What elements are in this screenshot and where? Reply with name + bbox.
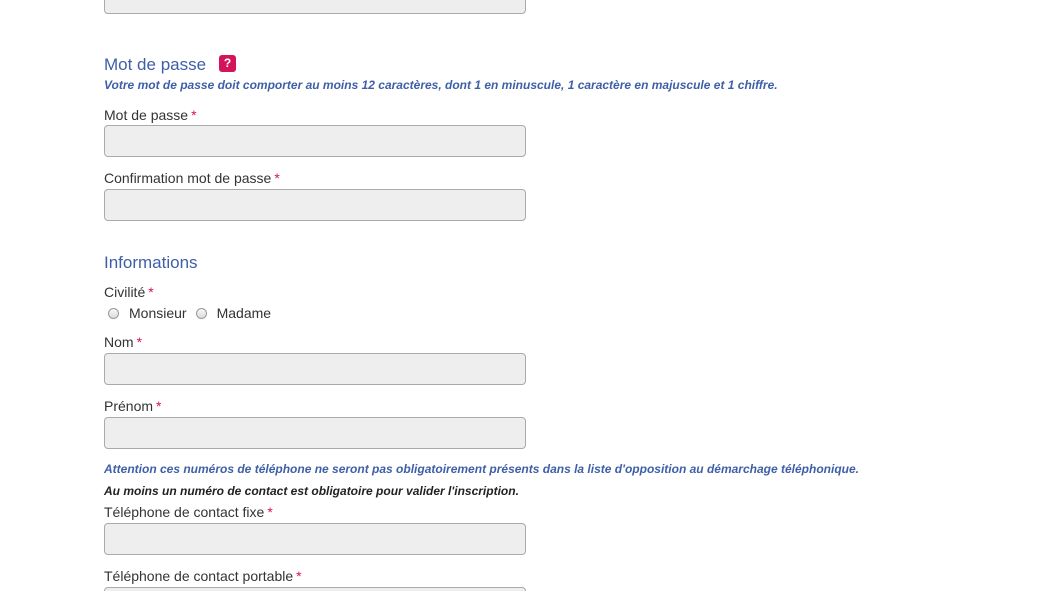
last-name-input[interactable]: [104, 353, 526, 385]
registration-form: Mot de passe ? Votre mot de passe doit c…: [0, 0, 1050, 591]
civility-option-madame[interactable]: Madame: [195, 305, 272, 321]
phone-fixed-label: Téléphone de contact fixe *: [104, 504, 273, 520]
password-input[interactable]: [104, 125, 526, 157]
password-hint: Votre mot de passe doit comporter au moi…: [104, 78, 778, 92]
civility-option-monsieur[interactable]: Monsieur: [108, 305, 187, 321]
last-name-label: Nom *: [104, 334, 142, 350]
required-mark: *: [267, 504, 273, 520]
civility-option-label: Madame: [216, 305, 272, 321]
radio-button-icon[interactable]: [195, 307, 207, 319]
phone-required-notice: Au moins un numéro de contact est obliga…: [104, 484, 519, 498]
required-mark: *: [296, 568, 302, 584]
phone-mobile-label: Téléphone de contact portable *: [104, 568, 302, 584]
civility-label-text: Civilité: [104, 284, 146, 300]
required-mark: *: [148, 284, 154, 300]
phone-mobile-input[interactable]: [104, 587, 526, 591]
confirm-password-label-text: Confirmation mot de passe: [104, 170, 272, 186]
radio-button-icon[interactable]: [108, 307, 119, 319]
help-icon[interactable]: ?: [219, 55, 236, 72]
first-name-label: Prénom *: [104, 398, 161, 414]
last-name-label-text: Nom: [104, 334, 134, 350]
required-mark: *: [274, 170, 280, 186]
required-mark: *: [191, 107, 197, 123]
first-name-label-text: Prénom: [104, 398, 154, 414]
confirm-password-label: Confirmation mot de passe *: [104, 170, 280, 186]
confirm-password-input[interactable]: [104, 189, 526, 221]
required-mark: *: [156, 398, 162, 414]
previous-field-input[interactable]: [104, 0, 526, 14]
civility-label: Civilité *: [104, 284, 154, 300]
phone-mobile-label-text: Téléphone de contact portable: [104, 568, 294, 584]
phone-notice: Attention ces numéros de téléphone ne se…: [104, 462, 859, 476]
password-label: Mot de passe *: [104, 107, 197, 123]
info-section-title: Informations: [104, 253, 198, 272]
first-name-input[interactable]: [104, 417, 526, 449]
phone-fixed-input[interactable]: [104, 523, 526, 555]
password-label-text: Mot de passe: [104, 107, 189, 123]
password-section-title: Mot de passe: [104, 55, 207, 74]
required-mark: *: [136, 334, 143, 350]
civility-option-label: Monsieur: [129, 305, 187, 321]
phone-fixed-label-text: Téléphone de contact fixe: [104, 504, 265, 520]
civility-radio-group: Monsieur Madame: [108, 304, 280, 322]
